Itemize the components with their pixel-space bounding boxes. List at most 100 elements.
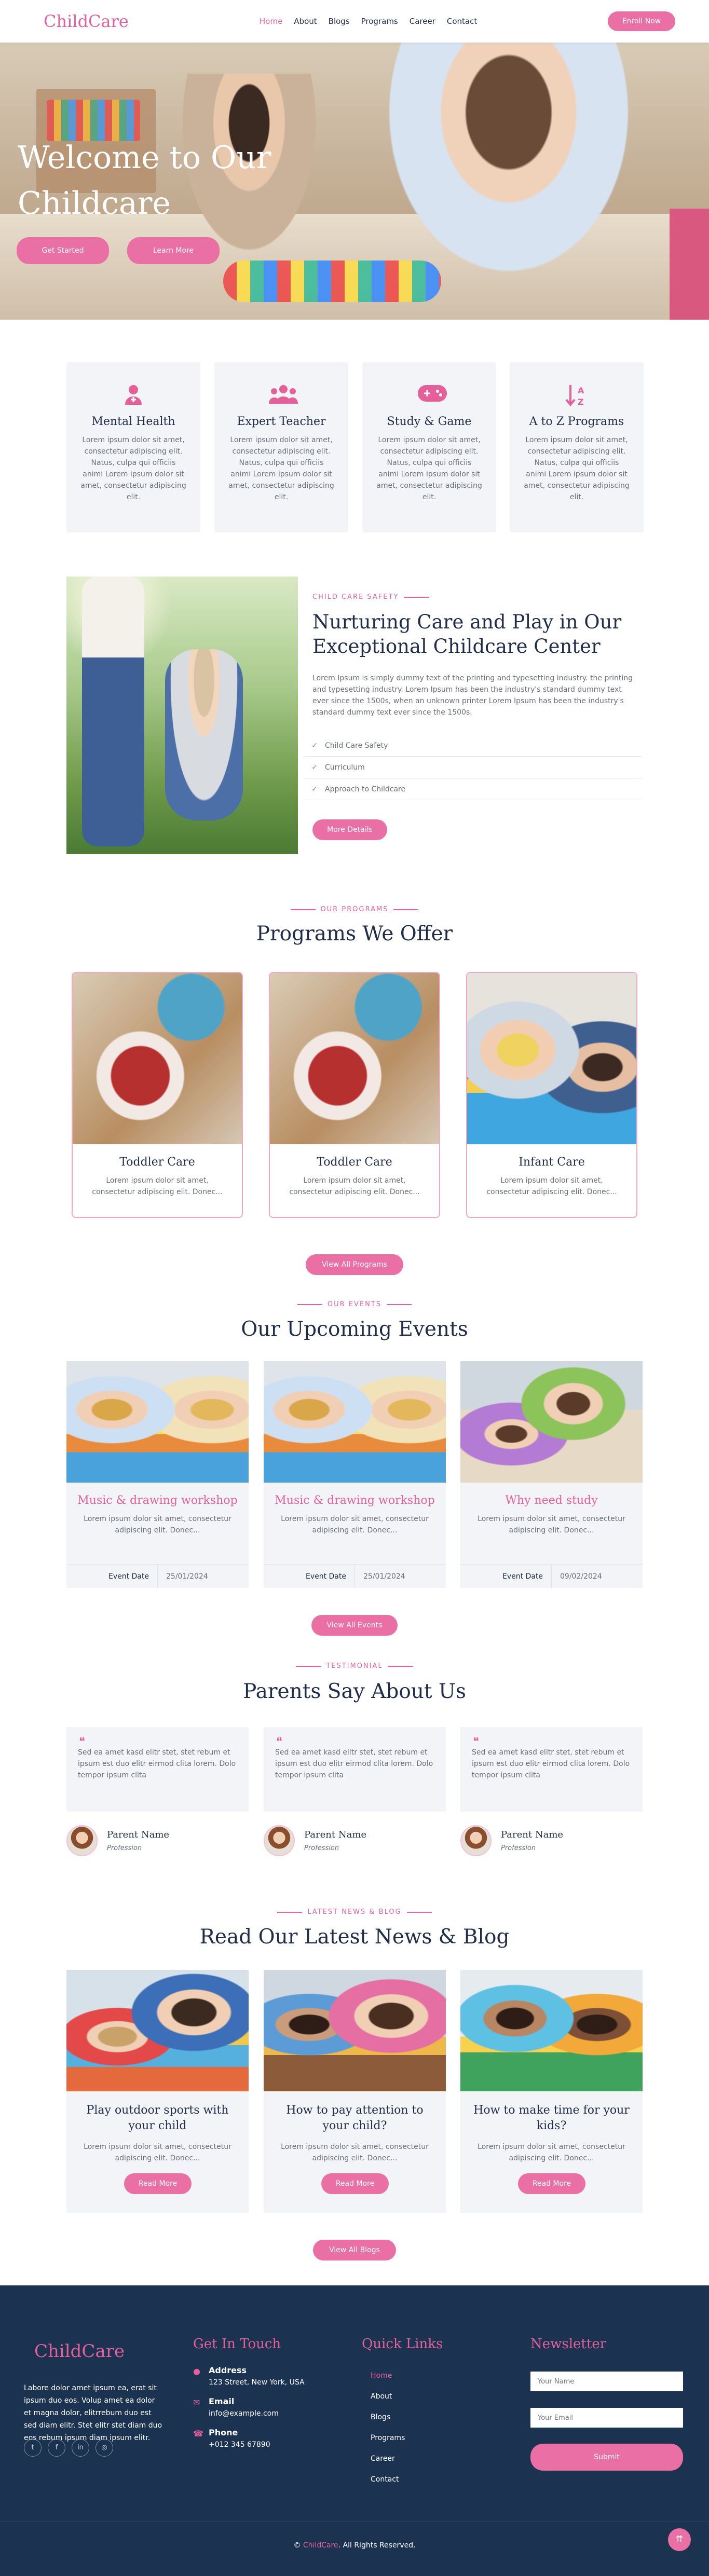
- copyright-text: . All Rights Reserved.: [338, 2541, 416, 2550]
- event-date-label: Event Date: [460, 1565, 552, 1588]
- feature-text: Lorem ipsum dolor sit amet, consectetur …: [228, 436, 334, 501]
- footer-link-about[interactable]: About: [371, 2392, 392, 2401]
- blog-title[interactable]: Play outdoor sports with your child: [79, 2103, 236, 2134]
- hero-title-line1: Welcome to Our: [18, 140, 271, 176]
- testimonial-quote: Sed ea amet kasd elitr stet, stet rebum …: [275, 1748, 433, 1779]
- mental-health-icon: [121, 383, 146, 408]
- testimonial-card: ❝ Sed ea amet kasd elitr stet, stet rebu…: [66, 1727, 249, 1856]
- phone-value[interactable]: +012 345 67890: [209, 2441, 270, 2449]
- feature-title: Study & Game: [387, 415, 472, 428]
- event-date-label: Event Date: [66, 1565, 158, 1588]
- checklist-label: Child Care Safety: [325, 741, 388, 750]
- quote-icon: ❝: [79, 1735, 85, 1748]
- facebook-icon[interactable]: f: [48, 2439, 65, 2457]
- quick-links-heading: Quick Links: [362, 2336, 443, 2352]
- blog-card: Play outdoor sports with your child Lore…: [66, 1970, 249, 2213]
- event-card[interactable]: Why need study Lorem ipsum dolor sit ame…: [460, 1361, 643, 1588]
- program-title: Toddler Care: [317, 1156, 392, 1169]
- copyright-brand[interactable]: ChildCare: [303, 2541, 338, 2550]
- footer-link-home[interactable]: Home: [371, 2372, 392, 2380]
- more-details-button[interactable]: More Details: [312, 819, 387, 840]
- footer-logo[interactable]: ChildCare: [34, 2341, 125, 2362]
- footer-link-programs[interactable]: Programs: [371, 2434, 405, 2442]
- contact-address: ● Address 123 Street, New York, USA: [193, 2365, 305, 2387]
- linkedin-icon[interactable]: in: [72, 2439, 89, 2457]
- feature-card: Mental Health Lorem ipsum dolor sit amet…: [66, 362, 200, 532]
- event-image: [66, 1361, 249, 1483]
- about-image-toddler: [165, 649, 243, 820]
- navbar: ChildCare Home About Blogs Programs Care…: [0, 0, 709, 43]
- main-menu: Home About Blogs Programs Career Contact: [260, 17, 477, 26]
- avatar: [460, 1825, 492, 1856]
- blog-card: How to make time for your kids? Lorem ip…: [460, 1970, 643, 2213]
- event-meta: Event Date 09/02/2024: [460, 1564, 643, 1588]
- nav-item-contact[interactable]: Contact: [447, 17, 477, 26]
- testimonial-tag-text: TESTIMONIAL: [291, 1662, 418, 1670]
- footer-about-text: Labore dolor amet ipsum ea, erat sit ips…: [24, 2384, 162, 2442]
- instagram-icon[interactable]: ◎: [96, 2439, 113, 2457]
- blog-title[interactable]: How to pay attention to your child?: [276, 2103, 433, 2134]
- nav-item-programs[interactable]: Programs: [361, 17, 398, 26]
- get-started-button[interactable]: Get Started: [17, 237, 109, 264]
- hero-photo-blocks: [223, 261, 441, 302]
- enroll-now-button[interactable]: Enroll Now: [608, 11, 675, 31]
- blog-title: Read Our Latest News & Blog: [199, 1925, 510, 1949]
- gamepad-icon: [417, 383, 447, 408]
- logo[interactable]: ChildCare: [44, 11, 129, 31]
- newsletter-email-input[interactable]: [530, 2408, 683, 2428]
- view-all-programs-button[interactable]: View All Programs: [306, 1254, 403, 1275]
- read-more-button[interactable]: Read More: [518, 2173, 585, 2194]
- nav-item-career[interactable]: Career: [410, 17, 435, 26]
- parent-profession: Profession: [501, 1844, 536, 1852]
- read-more-button[interactable]: Read More: [321, 2173, 389, 2194]
- twitter-icon[interactable]: t: [24, 2439, 42, 2457]
- sort-az-icon: AZ: [564, 383, 589, 408]
- newsletter-name-input[interactable]: [530, 2372, 683, 2391]
- testimonial-card: ❝ Sed ea amet kasd elitr stet, stet rebu…: [460, 1727, 643, 1856]
- email-label: Email: [209, 2396, 235, 2406]
- events-title: Our Upcoming Events: [241, 1318, 468, 1341]
- event-image: [264, 1361, 446, 1483]
- event-title: Music & drawing workshop: [275, 1494, 435, 1507]
- view-all-blogs-button[interactable]: View All Blogs: [313, 2240, 396, 2260]
- blog-tag-text: LATEST NEWS & BLOG: [272, 1908, 437, 1916]
- parent-profession: Profession: [107, 1844, 142, 1852]
- event-date-label: Event Date: [264, 1565, 355, 1588]
- program-card[interactable]: Toddler Care Lorem ipsum dolor sit amet,…: [72, 972, 243, 1218]
- event-card[interactable]: Music & drawing workshop Lorem ipsum dol…: [264, 1361, 446, 1588]
- newsletter-heading: Newsletter: [530, 2336, 607, 2352]
- event-meta: Event Date 25/01/2024: [264, 1564, 446, 1588]
- checklist-item: ✓ Curriculum: [304, 757, 642, 778]
- program-text: Lorem ipsum dolor sit amet, consectetur …: [92, 1176, 223, 1196]
- parent-profession: Profession: [304, 1844, 339, 1852]
- newsletter-submit-button[interactable]: Submit: [530, 2444, 683, 2471]
- footer-link-blogs[interactable]: Blogs: [371, 2413, 390, 2421]
- program-text: Lorem ipsum dolor sit amet, consectetur …: [486, 1176, 617, 1196]
- read-more-button[interactable]: Read More: [124, 2173, 192, 2194]
- checklist-item: ✓ Approach to Childcare: [304, 778, 642, 800]
- nav-item-about[interactable]: About: [294, 17, 317, 26]
- back-to-top-button[interactable]: ⇈: [668, 2528, 691, 2551]
- footer-link-contact[interactable]: Contact: [371, 2475, 399, 2484]
- footer-link-career[interactable]: Career: [371, 2455, 395, 2463]
- program-card[interactable]: Infant Care Lorem ipsum dolor sit amet, …: [466, 972, 637, 1218]
- feature-title: Mental Health: [91, 415, 175, 428]
- feature-text: Lorem ipsum dolor sit amet, consectetur …: [524, 436, 630, 501]
- double-chevron-up-icon: ⇈: [675, 2534, 684, 2545]
- nav-item-home[interactable]: Home: [260, 17, 282, 26]
- program-card[interactable]: Toddler Care Lorem ipsum dolor sit amet,…: [269, 972, 440, 1218]
- checklist-label: Approach to Childcare: [325, 785, 406, 793]
- about-checklist: ✓ Child Care Safety ✓ Curriculum ✓ Approach…: [304, 735, 642, 800]
- about-text: Lorem Ipsum is simply dummy text of the …: [312, 674, 633, 717]
- parent-name: Parent Name: [107, 1829, 170, 1840]
- learn-more-button[interactable]: Learn More: [127, 237, 220, 264]
- about-image: [66, 577, 298, 854]
- nav-item-blogs[interactable]: Blogs: [329, 17, 350, 26]
- blog-title[interactable]: How to make time for your kids?: [473, 2103, 630, 2134]
- program-image: [270, 973, 439, 1144]
- quote-icon: ❝: [276, 1735, 282, 1748]
- view-all-events-button[interactable]: View All Events: [311, 1615, 398, 1636]
- feature-card: Expert Teacher Lorem ipsum dolor sit ame…: [214, 362, 348, 532]
- email-value[interactable]: info@example.com: [209, 2409, 279, 2418]
- event-card[interactable]: Music & drawing workshop Lorem ipsum dol…: [66, 1361, 249, 1588]
